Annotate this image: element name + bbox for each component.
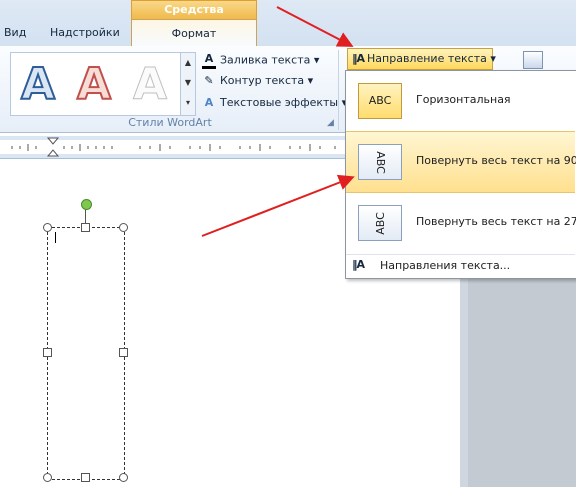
arrow-to-text-direction-button [276, 6, 354, 47]
arrow-to-rotate-90-item [201, 174, 355, 237]
annotation-arrows [201, 6, 355, 237]
